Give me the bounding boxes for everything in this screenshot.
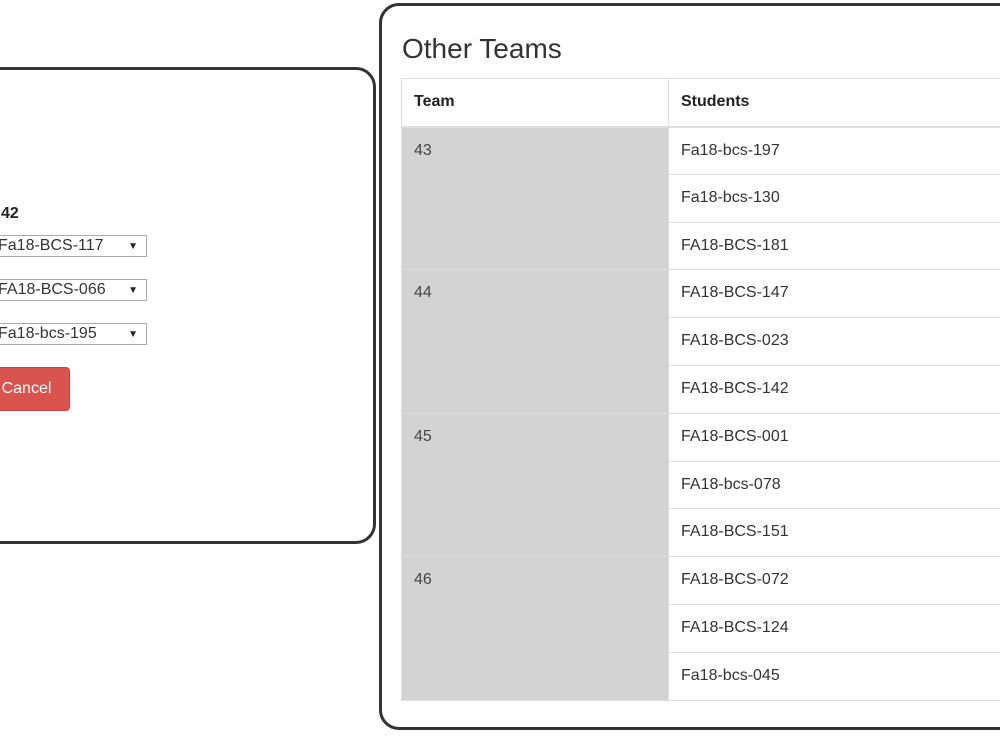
student-cell: FA18-BCS-142 <box>668 364 1000 414</box>
table-row: 46 FA18-BCS-072 <box>401 556 1000 701</box>
column-header-team: Team <box>401 78 669 128</box>
edit-team-panel: 42 Fa18-BCS-117 ▼ FA18-BCS-066 ▼ Fa18-bc… <box>0 67 376 544</box>
team-number-cell: 45 <box>401 412 669 558</box>
team-number-cell: 43 <box>401 125 669 271</box>
cancel-button[interactable]: Cancel <box>0 367 70 411</box>
cancel-button-label: Cancel <box>1 380 52 397</box>
student-cell: Fa18-bcs-045 <box>668 651 1000 701</box>
student-cell: FA18-BCS-023 <box>668 317 1000 366</box>
student-cell: FA18-BCS-124 <box>668 603 1000 653</box>
student-cell: FA18-BCS-151 <box>668 508 1000 558</box>
table-header-row: Team Students <box>401 78 1000 128</box>
team-number-label: 42 <box>1 205 19 222</box>
student-cell: Fa18-bcs-197 <box>668 126 1000 175</box>
triangle-down-icon: ▼ <box>128 241 138 252</box>
student-cell: FA18-BCS-147 <box>668 269 1000 319</box>
page-title: Other Teams <box>402 33 562 64</box>
student-select-value: FA18-BCS-066 <box>0 281 106 298</box>
student-select-3[interactable]: Fa18-bcs-195 ▼ <box>0 323 147 345</box>
other-teams-panel: Other Teams Team Students 43 Fa18-bcs-197… <box>379 3 1000 730</box>
triangle-down-icon: ▼ <box>128 285 138 296</box>
table-row: 43 Fa18-bcs-197 <box>401 125 1000 271</box>
team-number-cell: 46 <box>401 556 669 701</box>
column-header-students: Students <box>668 78 1000 128</box>
student-select-value: Fa18-BCS-117 <box>0 237 104 254</box>
other-teams-table: Team Students 43 Fa18-bcs-197 Fa18-bcs-130… <box>401 78 1000 701</box>
student-cell: FA18-BCS-001 <box>668 412 1000 462</box>
student-select-2[interactable]: FA18-BCS-066 ▼ <box>0 279 147 301</box>
student-select-1[interactable]: Fa18-BCS-117 ▼ <box>0 235 147 257</box>
student-cell: Fa18-bcs-130 <box>668 173 1000 223</box>
table-body: 43 Fa18-bcs-197 Fa18-bcs-130 FA18-BCS-181 44… <box>401 125 1000 701</box>
team-number-cell: 44 <box>401 269 669 414</box>
student-cell: FA18-bcs-078 <box>668 460 1000 510</box>
triangle-down-icon: ▼ <box>128 329 138 340</box>
student-select-value: Fa18-bcs-195 <box>0 325 97 342</box>
table-row: 44 FA18-BCS-147 <box>401 269 1000 414</box>
student-cell: FA18-BCS-072 <box>668 556 1000 605</box>
table-row: 45 FA18-BCS-001 <box>401 412 1000 558</box>
student-cell: FA18-BCS-181 <box>668 221 1000 271</box>
